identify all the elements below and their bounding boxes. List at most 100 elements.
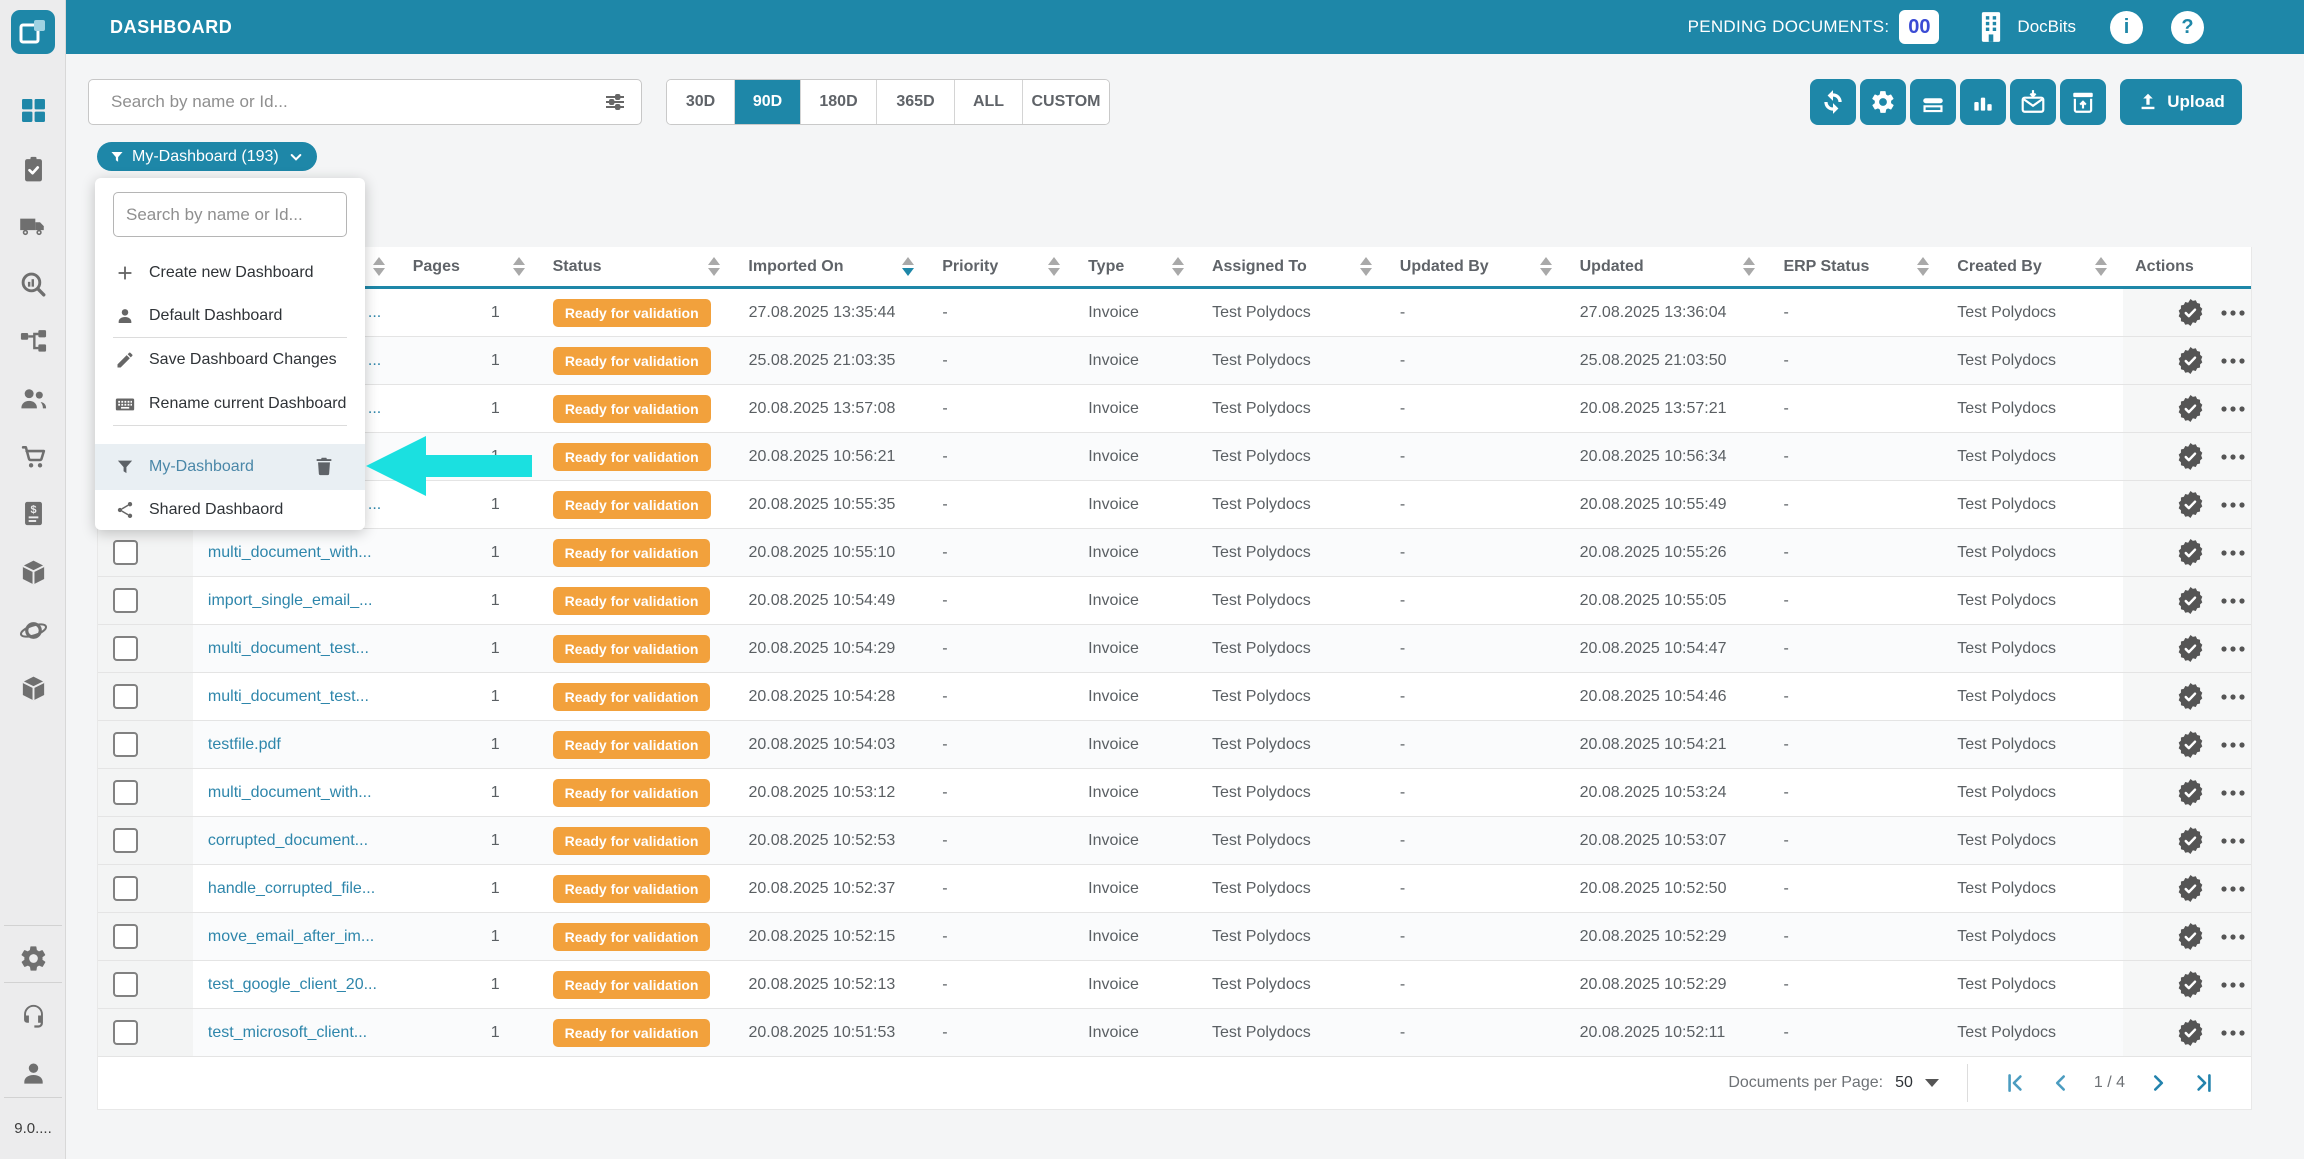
row-checkbox[interactable] [113, 540, 138, 565]
sort-arrows-icon[interactable] [708, 257, 720, 276]
sort-arrows-icon[interactable] [1048, 257, 1060, 276]
validate-action-button[interactable] [2177, 1019, 2204, 1046]
row-menu-button[interactable] [2220, 1029, 2246, 1037]
menu-item-my-dashboard[interactable]: My-Dashboard [95, 444, 365, 490]
row-checkbox[interactable] [113, 636, 138, 661]
menu-item-save-dashboard[interactable]: Save Dashboard Changes [95, 338, 365, 382]
sidebar-item-users[interactable] [0, 381, 66, 415]
previous-page-button[interactable] [2048, 1070, 2074, 1096]
analytics-button[interactable] [1960, 79, 2006, 125]
range-all[interactable]: ALL [955, 80, 1023, 124]
row-menu-button[interactable] [2220, 549, 2246, 557]
sidebar-item-shipping[interactable] [0, 209, 66, 243]
filter-sliders-icon[interactable] [603, 90, 627, 114]
document-link[interactable]: multi_document_with... [208, 784, 372, 802]
validate-action-button[interactable] [2177, 395, 2204, 422]
help-icon[interactable]: ? [2171, 11, 2204, 44]
document-link[interactable]: testfile.pdf [208, 736, 281, 754]
sidebar-item-tasks[interactable] [0, 152, 66, 186]
document-link[interactable]: import_single_email_... [208, 592, 373, 610]
range-custom[interactable]: CUSTOM [1023, 80, 1109, 124]
refresh-button[interactable] [1810, 79, 1856, 125]
document-link[interactable]: handle_corrupted_file... [208, 880, 375, 898]
row-menu-button[interactable] [2220, 741, 2246, 749]
row-checkbox[interactable] [113, 876, 138, 901]
validate-action-button[interactable] [2177, 299, 2204, 326]
menu-item-rename-dashboard[interactable]: Rename current Dashboard [95, 382, 365, 426]
range-30d[interactable]: 30D [667, 80, 735, 124]
dashboard-selector-pill[interactable]: My-Dashboard (193) [97, 142, 317, 171]
info-icon[interactable]: i [2110, 11, 2143, 44]
row-checkbox[interactable] [113, 732, 138, 757]
row-menu-button[interactable] [2220, 309, 2246, 317]
menu-item-shared-dashboard[interactable]: Shared Dashbaord [95, 490, 365, 530]
document-link[interactable]: ... [368, 352, 381, 370]
validate-action-button[interactable] [2177, 731, 2204, 758]
range-365d[interactable]: 365D [877, 80, 955, 124]
document-link[interactable]: move_email_after_im... [208, 928, 374, 946]
search-input[interactable] [111, 92, 603, 112]
row-menu-button[interactable] [2220, 453, 2246, 461]
column-header-assigned[interactable]: Assigned To [1200, 247, 1388, 286]
row-checkbox[interactable] [113, 828, 138, 853]
row-menu-button[interactable] [2220, 357, 2246, 365]
next-page-button[interactable] [2145, 1070, 2171, 1096]
sort-arrows-icon[interactable] [513, 257, 525, 276]
document-link[interactable]: multi_document_with... [208, 544, 372, 562]
delete-dashboard-icon[interactable] [313, 455, 337, 479]
row-menu-button[interactable] [2220, 933, 2246, 941]
sort-arrows-icon[interactable] [1172, 257, 1184, 276]
document-link[interactable]: test_google_client_20... [208, 976, 377, 994]
settings-button[interactable] [1860, 79, 1906, 125]
sidebar-item-settings[interactable] [0, 941, 66, 975]
sort-arrows-icon[interactable] [1917, 257, 1929, 276]
row-menu-button[interactable] [2220, 885, 2246, 893]
per-page-caret-icon[interactable] [1925, 1079, 1939, 1087]
row-checkbox[interactable] [113, 780, 138, 805]
document-link[interactable]: corrupted_document... [208, 832, 368, 850]
sidebar-item-support[interactable] [0, 998, 66, 1032]
row-menu-button[interactable] [2220, 405, 2246, 413]
validate-action-button[interactable] [2177, 635, 2204, 662]
column-header-erp[interactable]: ERP Status [1771, 247, 1945, 286]
menu-item-create-dashboard[interactable]: Create new Dashboard [95, 251, 365, 295]
column-header-imported[interactable]: Imported On [736, 247, 930, 286]
range-90d[interactable]: 90D [735, 80, 801, 124]
validate-action-button[interactable] [2177, 683, 2204, 710]
range-180d[interactable]: 180D [801, 80, 877, 124]
sort-arrows-icon[interactable] [373, 257, 385, 276]
row-menu-button[interactable] [2220, 789, 2246, 797]
row-checkbox[interactable] [113, 1020, 138, 1045]
sort-arrows-icon[interactable] [902, 257, 914, 276]
column-header-updated[interactable]: Updated [1568, 247, 1772, 286]
row-checkbox[interactable] [113, 972, 138, 997]
row-checkbox[interactable] [113, 588, 138, 613]
column-header-type[interactable]: Type [1076, 247, 1200, 286]
row-menu-button[interactable] [2220, 645, 2246, 653]
sidebar-item-workflow[interactable] [0, 324, 66, 358]
validate-action-button[interactable] [2177, 491, 2204, 518]
validate-action-button[interactable] [2177, 443, 2204, 470]
column-header-priority[interactable]: Priority [930, 247, 1076, 286]
column-header-pages[interactable]: Pages [401, 247, 541, 286]
first-page-button[interactable] [2002, 1070, 2028, 1096]
sidebar-item-products[interactable] [0, 671, 66, 705]
row-menu-button[interactable] [2220, 501, 2246, 509]
sort-arrows-icon[interactable] [1743, 257, 1755, 276]
row-menu-button[interactable] [2220, 981, 2246, 989]
document-link[interactable]: multi_document_test... [208, 640, 369, 658]
scanner-button[interactable] [1910, 79, 1956, 125]
validate-action-button[interactable] [2177, 875, 2204, 902]
document-link[interactable]: ... [368, 304, 381, 322]
sidebar-item-profile[interactable] [0, 1056, 66, 1090]
row-menu-button[interactable] [2220, 597, 2246, 605]
last-page-button[interactable] [2191, 1070, 2217, 1096]
document-link[interactable]: ... [368, 400, 381, 418]
docbits-logo[interactable] [11, 10, 55, 54]
dropdown-search-input[interactable] [126, 205, 334, 225]
document-link[interactable]: multi_document_test... [208, 688, 369, 706]
sort-arrows-icon[interactable] [1540, 257, 1552, 276]
sidebar-item-analytics[interactable] [0, 267, 66, 301]
validate-action-button[interactable] [2177, 923, 2204, 950]
validate-action-button[interactable] [2177, 347, 2204, 374]
